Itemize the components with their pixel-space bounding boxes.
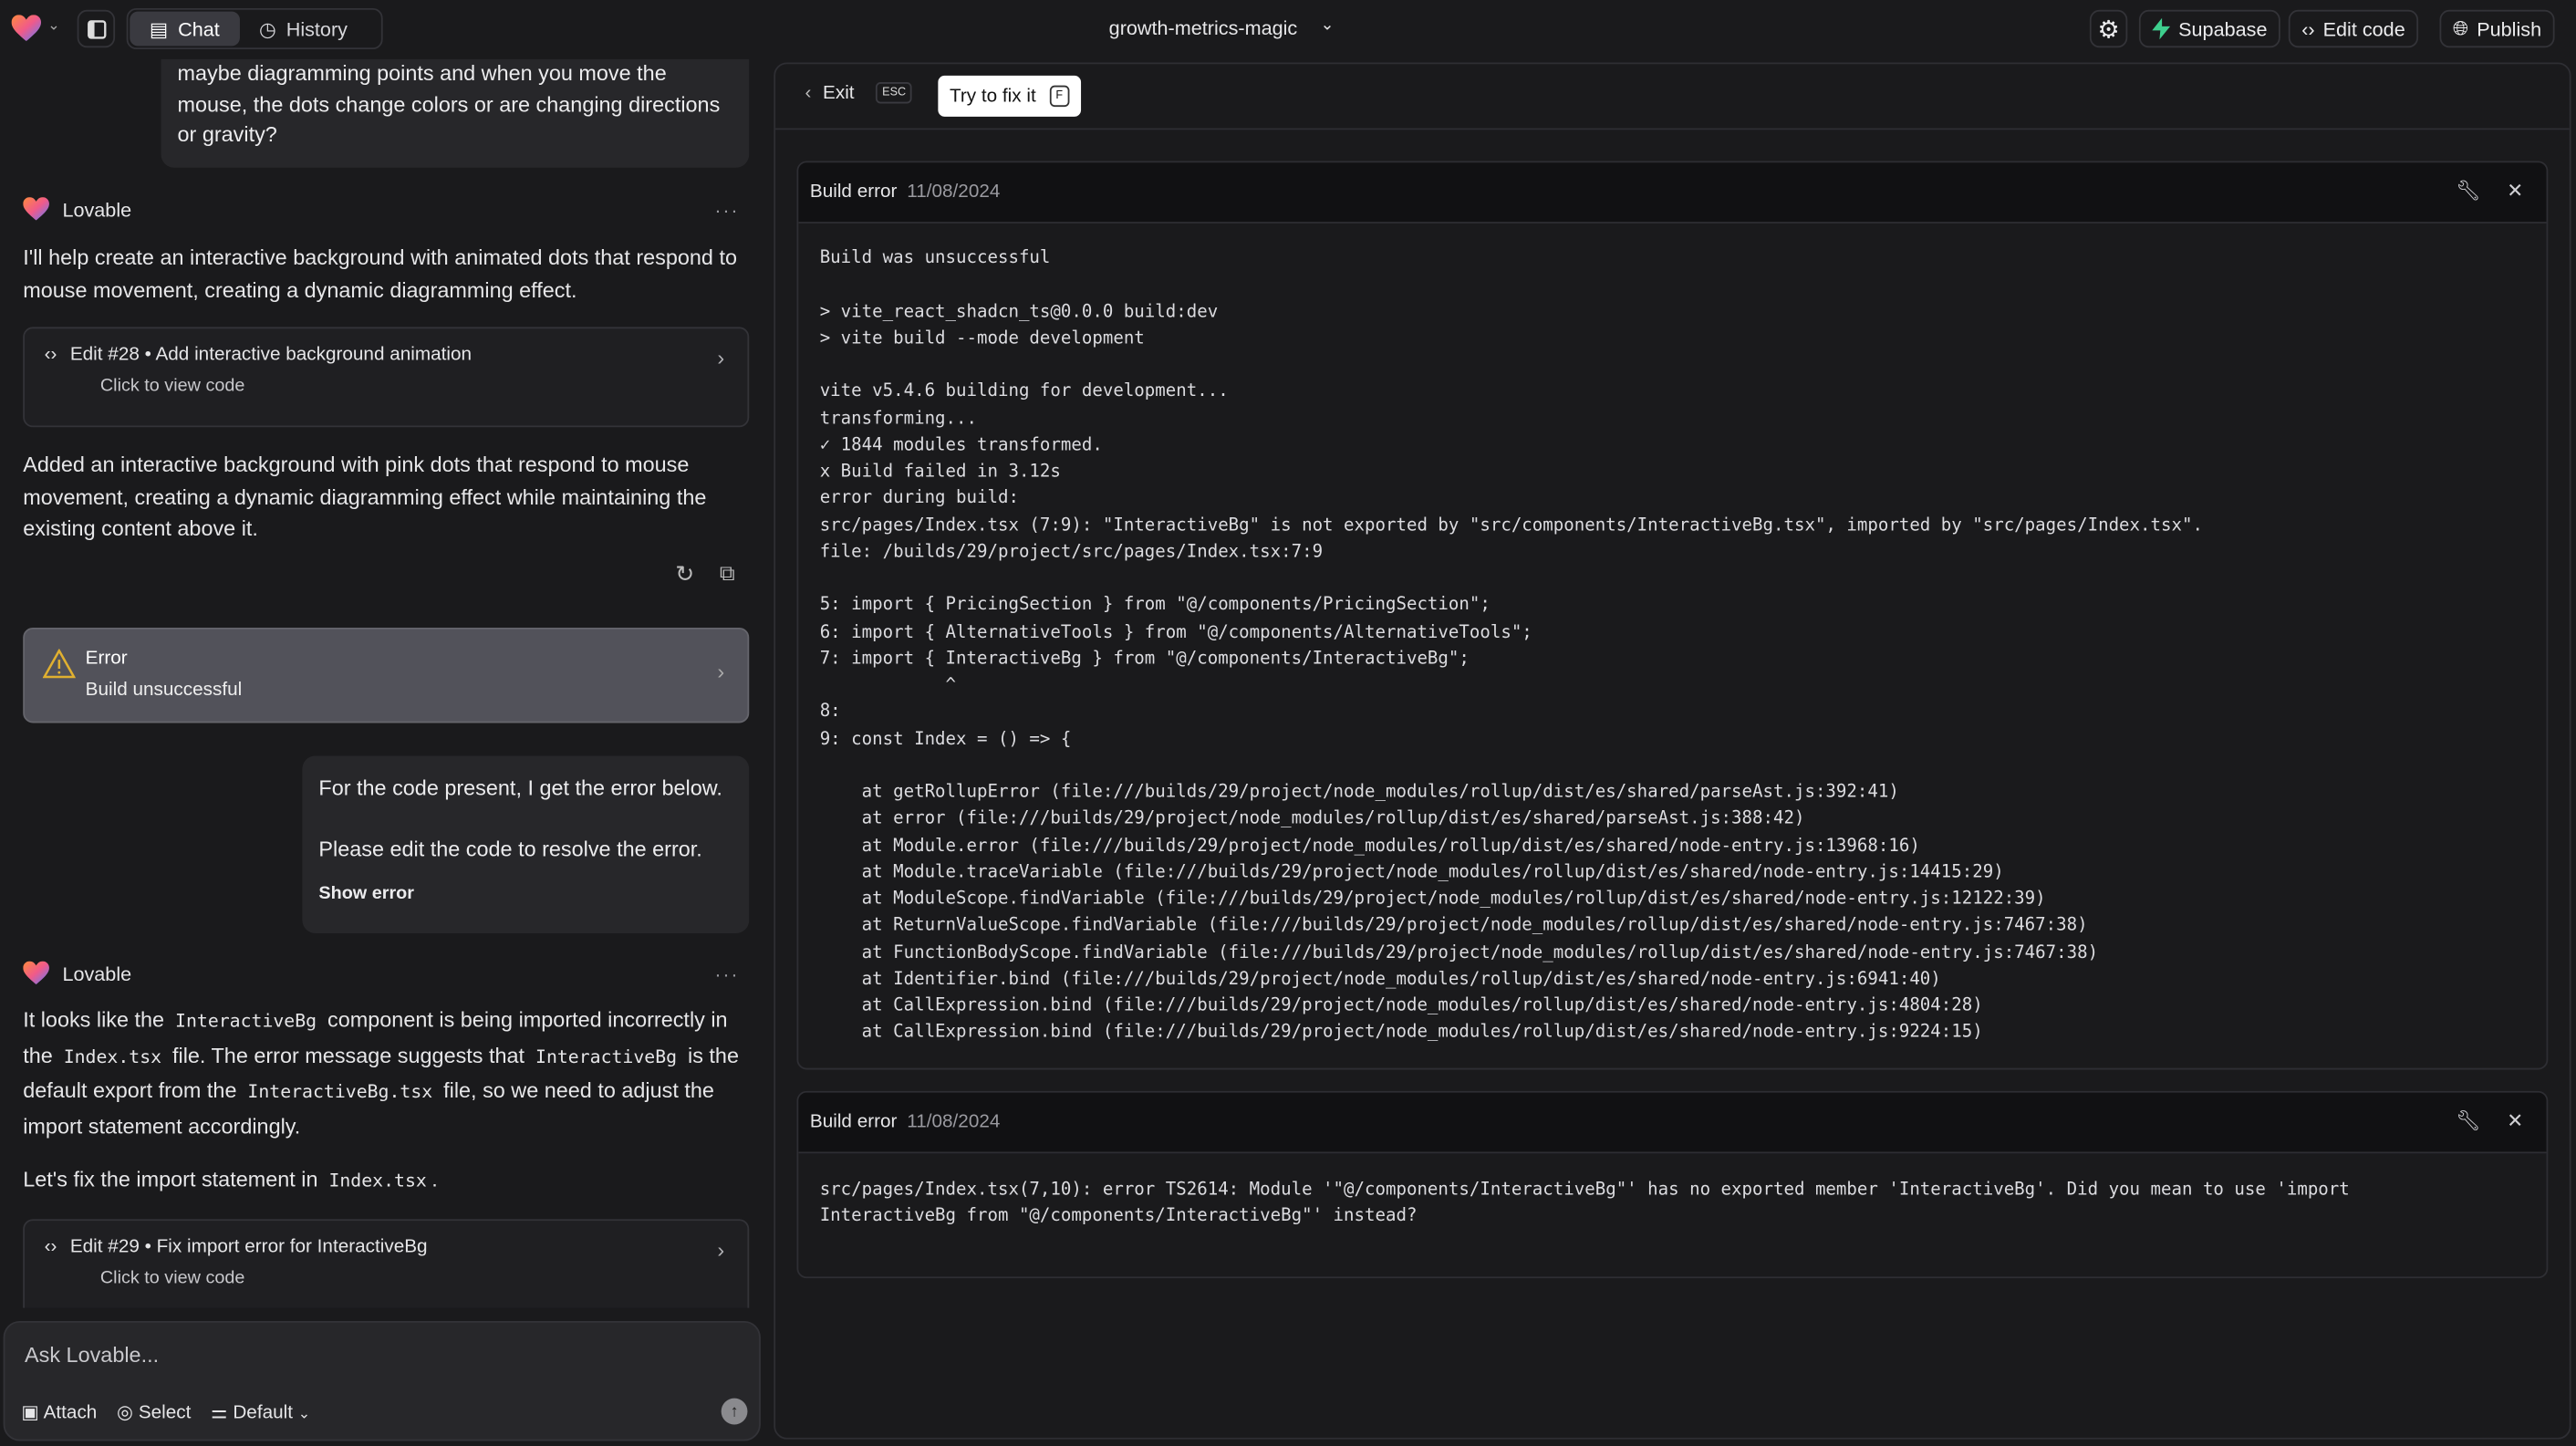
chat-input-box: #root input::placeholder{color:#c8c8cc} …: [3, 1321, 761, 1441]
edit-card[interactable]: ‹› Edit #28 • Add interactive background …: [23, 327, 750, 428]
wrench-icon[interactable]: 🔧︎: [2456, 1109, 2480, 1132]
tab-chat[interactable]: ▤ Chat: [130, 11, 240, 47]
select-button[interactable]: ◎ Select: [116, 1399, 191, 1423]
user-message: maybe diagramming points and when you mo…: [161, 58, 750, 168]
sidebar-icon: [87, 19, 106, 38]
chevron-right-icon: ›: [717, 659, 725, 684]
external-link-icon[interactable]: ⧉: [720, 560, 735, 587]
lovable-avatar-icon: [23, 197, 49, 221]
chat-icon: ▤: [149, 16, 169, 41]
project-selector[interactable]: growth-metrics-magic ⌄: [1109, 16, 1335, 39]
build-error-log: src/pages/Index.tsx(7,10): error TS2614:…: [819, 1180, 2350, 1226]
close-icon[interactable]: ✕: [2507, 179, 2523, 202]
send-button[interactable]: ↑: [721, 1398, 748, 1425]
target-icon: ◎: [116, 1403, 134, 1423]
chat-panel: maybe diagramming points and when you mo…: [0, 58, 772, 1308]
build-error-header: Build error 11/08/2024 🔧︎ ✕: [798, 162, 2547, 224]
chevron-down-icon: ⌄: [1320, 16, 1335, 35]
error-card[interactable]: Error Build unsuccessful ›: [23, 627, 750, 723]
build-error-header: Build error 11/08/2024 🔧︎ ✕: [798, 1092, 2547, 1154]
view-tabs: ▤ Chat ◷ History: [126, 8, 383, 50]
arrow-up-icon: ↑: [730, 1402, 739, 1420]
chevron-left-icon: ‹: [805, 82, 812, 103]
f-key-hint: F: [1049, 85, 1070, 108]
chevron-down-icon: ⌄: [297, 1404, 311, 1421]
restore-icon[interactable]: ↻: [675, 560, 694, 588]
history-icon: ◷: [259, 16, 276, 41]
settings-button[interactable]: ⚙: [2089, 9, 2128, 48]
wrench-icon[interactable]: 🔧︎: [2456, 179, 2480, 202]
code-icon: ‹›: [44, 345, 57, 365]
project-name: growth-metrics-magic: [1108, 16, 1298, 40]
show-error-link[interactable]: Show error: [318, 879, 732, 910]
chevron-down-icon[interactable]: ⌄: [47, 16, 60, 35]
assistant-message: I'll help create an interactive backgrou…: [23, 244, 738, 302]
lovable-logo-icon[interactable]: [11, 15, 42, 43]
assistant-message: It looks like the InteractiveBg componen…: [23, 1007, 739, 1139]
edit-card[interactable]: ‹› Edit #29 • Fix import error for Intera…: [23, 1219, 750, 1308]
build-error-card: Build error 11/08/2024 🔧︎ ✕ src/pages/In…: [796, 1090, 2549, 1279]
build-error-card: Build error 11/08/2024 🔧︎ ✕ Build was un…: [796, 161, 2549, 1070]
edit-code-button[interactable]: ‹› Edit code: [2288, 9, 2419, 48]
error-panel: ‹ Exit ESC Try to fix it F Build error 1…: [774, 62, 2571, 1440]
supabase-bolt-icon: [2152, 17, 2171, 40]
assistant-header: Lovable ···: [23, 961, 749, 986]
chevron-right-icon: ›: [717, 1237, 725, 1263]
code-icon: ‹›: [44, 1237, 57, 1257]
assistant-message: Added an interactive background with pin…: [23, 452, 707, 541]
build-error-log: Build was unsuccessful > vite_react_shad…: [819, 247, 2203, 1043]
sidebar-toggle-button[interactable]: [77, 9, 116, 48]
attach-button[interactable]: ▣ Attach: [21, 1399, 97, 1423]
user-message: For the code present, I get the error be…: [302, 755, 750, 933]
more-options-icon[interactable]: ···: [714, 962, 739, 984]
app-root: ⌄ ▤ Chat ◷ History growth-metrics-magic ⌄ …: [0, 0, 2576, 1446]
warning-icon: [42, 649, 76, 679]
esc-key-hint: ESC: [875, 82, 913, 104]
image-plus-icon: ▣: [21, 1403, 39, 1423]
publish-button[interactable]: 🌐︎ Publish: [2439, 9, 2555, 48]
globe-icon: 🌐︎: [2452, 16, 2469, 40]
try-to-fix-button[interactable]: Try to fix it F: [938, 75, 1081, 117]
tab-history[interactable]: ◷ History: [239, 12, 367, 47]
code-icon: ‹›: [2301, 16, 2315, 41]
chevron-right-icon: ›: [717, 345, 725, 370]
sliders-icon: ⚌: [211, 1403, 228, 1423]
lovable-avatar-icon: [23, 961, 49, 985]
supabase-button[interactable]: Supabase: [2138, 9, 2280, 48]
close-icon[interactable]: ✕: [2507, 1109, 2523, 1132]
chat-input[interactable]: [25, 1342, 715, 1368]
assistant-header: Lovable ···: [23, 197, 749, 222]
mode-dropdown[interactable]: ⚌ Default ⌄: [211, 1399, 311, 1423]
assistant-message: Let's fix the import statement in Index.…: [23, 1166, 438, 1191]
gear-icon: ⚙: [2097, 16, 2120, 44]
more-options-icon[interactable]: ···: [714, 198, 739, 221]
exit-button[interactable]: ‹ Exit ESC: [805, 82, 913, 104]
